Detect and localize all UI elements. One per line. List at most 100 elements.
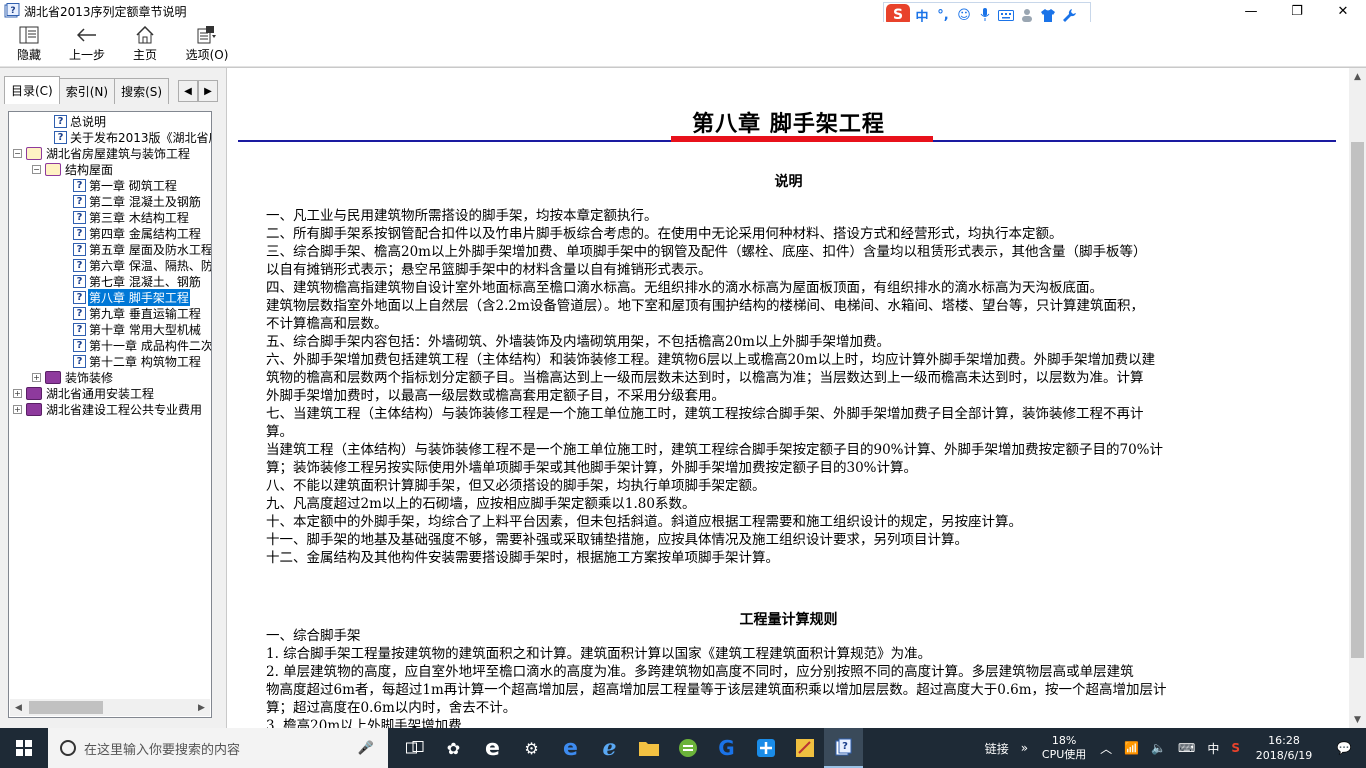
- tree-node-label: 第四章 金属结构工程: [89, 226, 201, 241]
- tree-horizontal-scrollbar[interactable]: ◀ ▶: [10, 699, 210, 716]
- text-line: 五、综合脚手架内容包括：外墙砌筑、外墙装饰及内墙砌筑用架，不包括檐高20m以上外…: [266, 334, 890, 350]
- tree-node[interactable]: ? 第八章 脚手架工程: [9, 287, 211, 307]
- tree-node-label: 第七章 混凝土、钢筋: [89, 274, 201, 289]
- action-center-icon[interactable]: 💬: [1322, 741, 1366, 755]
- help-topic-icon: ?: [73, 226, 86, 240]
- text-line: 算。: [266, 424, 293, 440]
- text-line: 以自有摊销形式表示；悬空吊篮脚手架中的材料含量以自有摊销形式表示。: [266, 262, 712, 278]
- tree-node[interactable]: + 湖北省建设工程公共专业费用: [9, 401, 211, 417]
- network-icon[interactable]: 📶: [1118, 741, 1145, 755]
- help-topic-icon: ?: [73, 322, 86, 336]
- plus-app-icon[interactable]: [746, 728, 785, 768]
- tree-node[interactable]: + 湖北省通用安装工程: [9, 385, 211, 401]
- tree-node[interactable]: ? 第六章 保温、隔热、防: [9, 257, 212, 273]
- options-button[interactable]: 选项(O): [177, 22, 237, 66]
- tree-node[interactable]: ? 第三章 木结构工程: [9, 209, 211, 225]
- text-line: 物高度超过6m者，每超过1m再计算一个超高增加层，超高增加层工程量等于该层建筑面…: [266, 682, 1167, 698]
- expand-icon[interactable]: +: [13, 388, 22, 398]
- links-toolbar[interactable]: 链接: [979, 740, 1015, 757]
- ime-punct-toggle[interactable]: °,: [934, 8, 952, 23]
- tab-contents[interactable]: 目录(C): [4, 76, 60, 104]
- home-button[interactable]: 主页: [116, 22, 174, 66]
- tab-scroll-left-icon[interactable]: ◀: [178, 80, 198, 102]
- tree-node[interactable]: ? 第十章 常用大型机械: [9, 321, 211, 337]
- expand-icon[interactable]: +: [13, 404, 22, 414]
- system-tray: 链接 » 18% CPU使用 ︿ 📶 🔈 ⌨ 中 S 16:28 2018/6/…: [979, 728, 1366, 768]
- hide-button[interactable]: 隐藏: [0, 22, 58, 66]
- tree-node-label: 湖北省通用安装工程: [46, 386, 155, 401]
- tab-search[interactable]: 搜索(S): [114, 78, 170, 104]
- sogou-tray-icon[interactable]: S: [1225, 741, 1246, 755]
- tree-node[interactable]: ? 总说明: [9, 113, 211, 129]
- options-icon: [196, 25, 218, 45]
- ime-app-icon[interactable]: [668, 728, 707, 768]
- task-view-icon[interactable]: [395, 728, 434, 768]
- settings-gear-icon[interactable]: ⚙: [512, 728, 551, 768]
- sogou-browser-icon[interactable]: G: [707, 728, 746, 768]
- tree-node[interactable]: ? 第四章 金属结构工程: [9, 225, 211, 241]
- open-book-icon: [26, 146, 42, 160]
- tree-node[interactable]: ? 第九章 垂直运输工程: [9, 305, 211, 321]
- internet-explorer-icon[interactable]: ℯ: [590, 728, 629, 768]
- scroll-down-icon[interactable]: ▼: [1349, 711, 1366, 728]
- pinwheel-app-icon[interactable]: ✿: [434, 728, 473, 768]
- text-line: 3. 檐高20m以上外脚手架增加费: [266, 718, 462, 728]
- help-viewer-taskbar-icon[interactable]: ?: [824, 728, 863, 768]
- tree-node[interactable]: + 装饰装修: [9, 369, 211, 385]
- start-button[interactable]: [0, 728, 48, 768]
- clock-date: 2018/6/19: [1255, 749, 1313, 762]
- tree-node-label: 第八章 脚手架工程: [87, 287, 191, 307]
- tree-node[interactable]: ?关于发布2013版《湖北省房屋: [9, 129, 211, 145]
- tree-node[interactable]: ? 第五章 屋面及防水工程: [9, 241, 211, 257]
- volume-icon[interactable]: 🔈: [1145, 741, 1172, 755]
- close-button[interactable]: ✕: [1320, 0, 1366, 22]
- clock[interactable]: 16:28 2018/6/19: [1246, 733, 1322, 763]
- tree-node-label: 第三章 木结构工程: [89, 210, 189, 225]
- collapse-icon[interactable]: −: [32, 164, 41, 174]
- content-vertical-scrollbar[interactable]: ▲ ▼: [1349, 68, 1366, 728]
- back-button[interactable]: 上一步: [58, 22, 116, 66]
- tree-node[interactable]: ? 第十二章 构筑物工程: [9, 353, 211, 369]
- tree-node[interactable]: ? 第二章 混凝土及钢筋: [9, 193, 211, 209]
- tree-node[interactable]: ? 第一章 砌筑工程: [9, 177, 211, 193]
- minimize-button[interactable]: —: [1228, 0, 1274, 22]
- open-book-icon: [45, 162, 61, 176]
- links-more-icon[interactable]: »: [1015, 741, 1034, 755]
- contents-tree-box: ?总说明?关于发布2013版《湖北省房屋−湖北省房屋建筑与装饰工程−结构屋面?第…: [8, 111, 212, 718]
- clock-time: 16:28: [1268, 734, 1300, 747]
- text-line: 1. 综合脚手架工程量按建筑物的建筑面积之和计算。建筑面积计算以国家《建筑工程建…: [266, 646, 932, 662]
- scroll-thumb[interactable]: [29, 701, 103, 714]
- edge-icon[interactable]: e: [551, 728, 590, 768]
- scroll-up-icon[interactable]: ▲: [1349, 68, 1366, 85]
- cpu-meter: 18% CPU使用: [1034, 734, 1094, 762]
- keyboard-icon[interactable]: ⌨: [1172, 741, 1201, 755]
- tree-node[interactable]: − 结构屋面: [9, 161, 211, 177]
- tree-node[interactable]: ? 第十一章 成品构件二次: [9, 337, 211, 353]
- tab-scroll-right-icon[interactable]: ▶: [198, 80, 218, 102]
- help-topic-icon: ?: [73, 354, 86, 368]
- text-line: 二、所有脚手架系按钢管配合扣件以及竹串片脚手板综合考虑的。在使用中无论采用何种材…: [266, 226, 1063, 242]
- scroll-right-icon[interactable]: ▶: [193, 699, 210, 716]
- section-title-notes: 说明: [774, 174, 803, 190]
- tree-node[interactable]: ? 第七章 混凝土、钢筋: [9, 273, 211, 289]
- mic-icon[interactable]: 🎤: [358, 741, 374, 756]
- maximize-button[interactable]: ❐: [1274, 0, 1320, 22]
- taskbar-search[interactable]: 在这里输入你要搜索的内容 🎤: [48, 728, 388, 768]
- text-line: 外脚手架增加费时，以最高一级层数或檐高套用定额子目，不采用分级套用。: [266, 388, 725, 404]
- scroll-left-icon[interactable]: ◀: [10, 699, 27, 716]
- collapse-icon[interactable]: −: [13, 148, 22, 158]
- tree-node-label: 第六章 保温、隔热、防: [89, 258, 212, 273]
- tray-expand-icon[interactable]: ︿: [1094, 740, 1118, 757]
- file-explorer-icon[interactable]: [629, 728, 668, 768]
- tree-node[interactable]: − 湖北省房屋建筑与装饰工程: [9, 145, 211, 161]
- text-line: 当建筑工程（主体结构）与装饰装修工程不是一个施工单位施工时，建筑工程综合脚手架按…: [266, 442, 1164, 458]
- ie-alt-icon[interactable]: e: [473, 728, 512, 768]
- notes-app-icon[interactable]: [785, 728, 824, 768]
- tree-node-label: 湖北省建设工程公共专业费用: [46, 402, 203, 417]
- expand-icon[interactable]: +: [32, 372, 41, 382]
- scroll-thumb[interactable]: [1351, 142, 1364, 658]
- tree-node-label: 第九章 垂直运输工程: [89, 306, 201, 321]
- help-topic-icon: ?: [73, 210, 86, 224]
- input-language-indicator[interactable]: 中: [1201, 740, 1225, 757]
- tab-index[interactable]: 索引(N): [58, 78, 116, 104]
